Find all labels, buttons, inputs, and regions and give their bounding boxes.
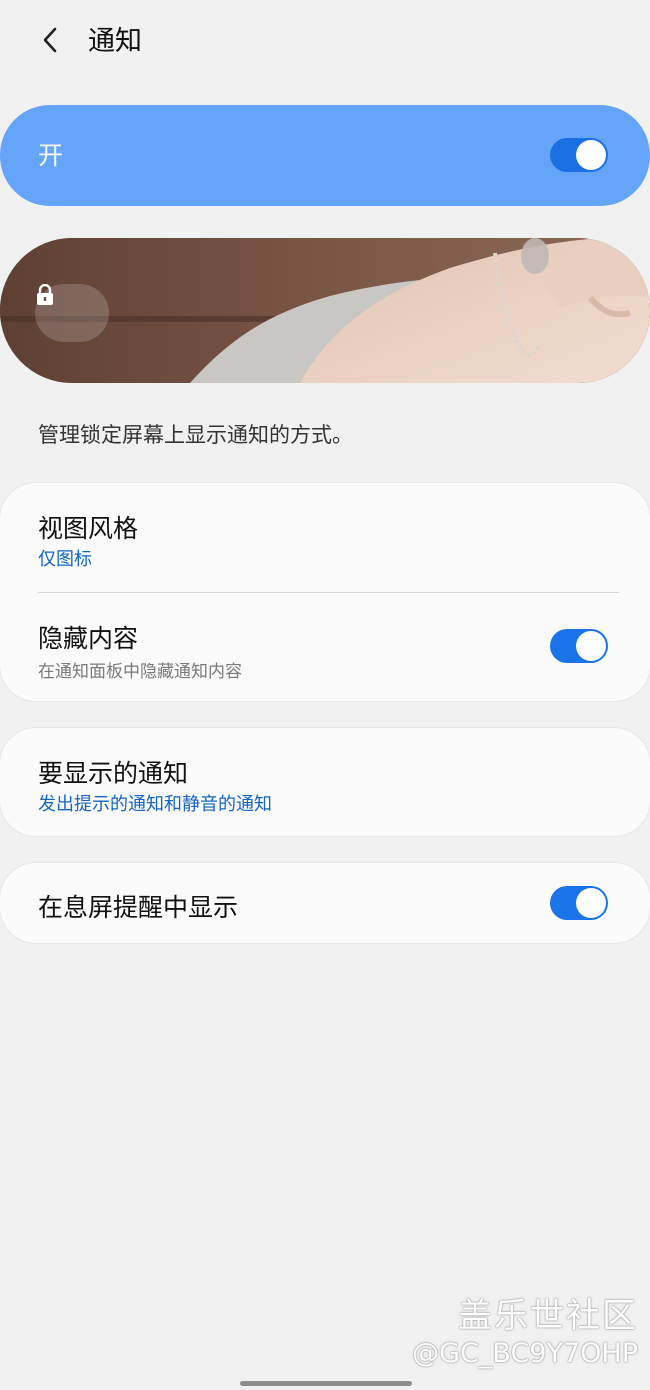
toggle-knob [576, 140, 606, 170]
notifications-to-show-row[interactable]: 要显示的通知 发出提示的通知和静音的通知 [0, 728, 650, 836]
hide-content-subtitle: 在通知面板中隐藏通知内容 [38, 662, 242, 682]
hide-content-row[interactable]: 隐藏内容 在通知面板中隐藏通知内容 [0, 593, 650, 701]
chevron-left-icon [40, 26, 60, 58]
home-gesture-bar[interactable] [240, 1381, 412, 1386]
hide-content-toggle[interactable] [550, 629, 608, 663]
watermark-title: 盖乐世社区 [458, 1296, 638, 1336]
lock-screen-preview [0, 238, 650, 383]
master-switch-bar[interactable]: 开 [0, 105, 650, 206]
lock-button[interactable] [35, 284, 109, 342]
aod-toggle[interactable] [550, 886, 608, 920]
toggle-knob [576, 888, 606, 918]
view-style-row[interactable]: 视图风格 仅图标 [0, 483, 650, 591]
settings-card-display: 视图风格 仅图标 隐藏内容 在通知面板中隐藏通知内容 [0, 483, 650, 701]
watermark-handle: @GC_BC9Y7OHP [412, 1338, 638, 1369]
settings-card-aod: 在息屏提醒中显示 [0, 863, 650, 943]
master-switch-label: 开 [38, 141, 64, 170]
back-button[interactable] [30, 22, 70, 62]
view-style-value: 仅图标 [38, 549, 92, 570]
notifications-to-show-value: 发出提示的通知和静音的通知 [38, 794, 272, 815]
aod-title: 在息屏提醒中显示 [38, 893, 239, 922]
aod-row[interactable]: 在息屏提醒中显示 [0, 863, 650, 943]
hide-content-title: 隐藏内容 [38, 624, 139, 653]
lock-screen-notifications-page: 通知 开 管理锁定屏幕上显示通知的方式。 视图风格 仅图标 隐藏内容 在通知面板… [0, 0, 650, 1390]
page-title: 通知 [88, 26, 142, 57]
description-text: 管理锁定屏幕上显示通知的方式。 [38, 423, 353, 447]
settings-card-notifications: 要显示的通知 发出提示的通知和静音的通知 [0, 728, 650, 836]
master-toggle[interactable] [550, 138, 608, 172]
notifications-to-show-title: 要显示的通知 [38, 759, 189, 788]
app-header: 通知 [0, 0, 650, 86]
toggle-knob [576, 631, 606, 661]
view-style-title: 视图风格 [38, 514, 139, 543]
